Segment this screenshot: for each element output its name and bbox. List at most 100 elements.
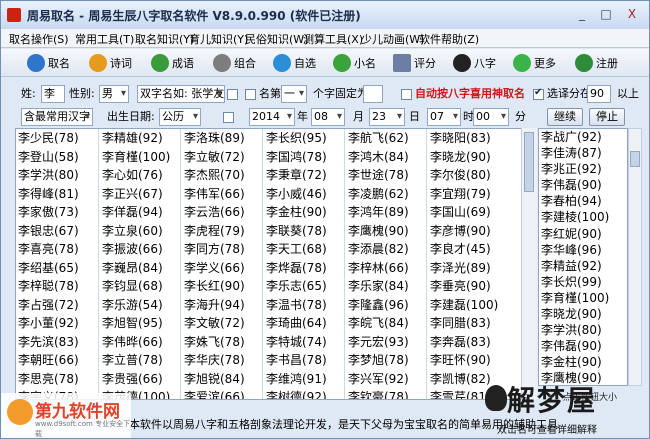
scrollbar-thumb[interactable]	[524, 132, 534, 192]
name-cell[interactable]: 李晓龙(90)	[428, 148, 510, 167]
name-cell[interactable]: 李文敏(72)	[182, 314, 264, 333]
name-cell[interactable]: 李贵强(66)	[100, 370, 182, 389]
menu-folk-knowledge[interactable]: 民俗知识(W)	[245, 31, 308, 47]
name-cell[interactable]: 李正兴(67)	[100, 185, 182, 204]
name-cell[interactable]: 李振波(66)	[100, 240, 182, 259]
favorite-name-item[interactable]: 李春柏(94)	[539, 193, 627, 209]
fixed-char-input[interactable]	[363, 85, 383, 103]
name-cell[interactable]: 李天工(68)	[264, 240, 346, 259]
name-cell[interactable]: 李金柱(90)	[264, 203, 346, 222]
favorite-name-item[interactable]: 李精益(92)	[539, 258, 627, 274]
name-cell[interactable]: 李秉章(72)	[264, 166, 346, 185]
name-cell[interactable]: 李小威(46)	[264, 185, 346, 204]
name-cell[interactable]: 李佯磊(94)	[100, 203, 182, 222]
name-cell[interactable]: 李温书(78)	[264, 296, 346, 315]
favorites-scrollbar[interactable]	[628, 128, 642, 386]
auto-bazi-checkbox[interactable]	[401, 89, 412, 100]
name-cell[interactable]: 李虎程(79)	[182, 222, 264, 241]
name-cell[interactable]: 李凌鹏(62)	[346, 185, 428, 204]
name-cell[interactable]: 李宜翔(79)	[428, 185, 510, 204]
favorite-name-item[interactable]: 李伟磊(90)	[539, 338, 627, 354]
menu-common-tools[interactable]: 常用工具(T)	[75, 31, 134, 47]
name-cell[interactable]: 李垂亮(90)	[428, 277, 510, 296]
favorite-name-item[interactable]: 李红妮(90)	[539, 226, 627, 242]
name-cell[interactable]: 李鸿年(89)	[346, 203, 428, 222]
name-cell[interactable]: 李尔俊(80)	[428, 166, 510, 185]
name-cell[interactable]: 李伟军(66)	[182, 185, 264, 204]
birth-month-select[interactable]: 08	[311, 108, 345, 126]
birth-enable-checkbox[interactable]	[223, 112, 234, 123]
scrollbar-thumb[interactable]	[630, 151, 640, 167]
name-cell[interactable]: 李建磊(100)	[428, 296, 510, 315]
favorite-name-item[interactable]: 李兆正(92)	[539, 161, 627, 177]
toolbar-custom-button[interactable]: 自选	[273, 52, 316, 74]
favorite-name-item[interactable]: 李华峰(96)	[539, 242, 627, 258]
name-position-select[interactable]: 一	[281, 85, 307, 103]
maximize-button[interactable]: □	[595, 5, 617, 23]
name-cell[interactable]: 李乐家(84)	[346, 277, 428, 296]
toolbar-combine-button[interactable]: 组合	[213, 52, 256, 74]
favorite-name-item[interactable]: 李长炽(99)	[539, 274, 627, 290]
name-cell[interactable]: 李航飞(62)	[346, 129, 428, 148]
name-cell[interactable]: 李巍昂(84)	[100, 259, 182, 278]
toolbar-name-button[interactable]: 取名	[27, 52, 70, 74]
name-cell[interactable]: 李伟晔(66)	[100, 333, 182, 352]
name-cell[interactable]: 李泽光(89)	[428, 259, 510, 278]
name-cell[interactable]: 李国鸿(78)	[264, 148, 346, 167]
score-filter-checkbox[interactable]	[533, 87, 544, 100]
calendar-select[interactable]: 公历	[159, 108, 201, 126]
name-cell[interactable]: 李添晨(82)	[346, 240, 428, 259]
charset-select[interactable]: 含最常用汉字	[21, 108, 93, 126]
stop-button[interactable]: 停止	[589, 108, 625, 126]
score-threshold-input[interactable]: 90	[587, 85, 611, 103]
name-cell[interactable]: 李小董(92)	[16, 314, 98, 333]
favorite-name-item[interactable]: 李建棱(100)	[539, 209, 627, 225]
menu-kids-animation[interactable]: 少儿动画(W)	[361, 31, 424, 47]
favorite-name-item[interactable]: 李金柱(90)	[539, 354, 627, 370]
surname-input[interactable]: 李	[41, 85, 65, 103]
name-cell[interactable]: 李家傲(73)	[16, 203, 98, 222]
name-cell[interactable]: 李爱滨(66)	[182, 388, 264, 399]
name-cell[interactable]: 李洛珠(89)	[182, 129, 264, 148]
name-cell[interactable]: 李乐游(54)	[100, 296, 182, 315]
name-cell[interactable]: 李华庆(78)	[182, 351, 264, 370]
name-cell[interactable]: 李隆鑫(96)	[346, 296, 428, 315]
name-cell[interactable]: 李先滨(83)	[16, 333, 98, 352]
menu-naming-knowledge[interactable]: 取名知识(Y)	[135, 31, 194, 47]
name-cell[interactable]: 李旭锐(84)	[182, 370, 264, 389]
name-cell[interactable]: 李梦旭(78)	[346, 351, 428, 370]
name-cell[interactable]: 李琦曲(64)	[264, 314, 346, 333]
name-cell[interactable]: 李钧显(68)	[100, 277, 182, 296]
name-cell[interactable]: 李奔磊(83)	[428, 333, 510, 352]
name-cell[interactable]: 李朝旺(66)	[16, 351, 98, 370]
name-cell[interactable]: 李姝飞(78)	[182, 333, 264, 352]
name-cell[interactable]: 李喜亮(78)	[16, 240, 98, 259]
birth-minute-select[interactable]: 00	[473, 108, 509, 126]
name-cell[interactable]: 李占强(72)	[16, 296, 98, 315]
name-cell[interactable]: 李良才(45)	[428, 240, 510, 259]
name-cell[interactable]: 李国山(69)	[428, 203, 510, 222]
name-cell[interactable]: 李旺怀(90)	[428, 351, 510, 370]
favorite-name-item[interactable]: 李学洪(80)	[539, 322, 627, 338]
toolbar-nickname-button[interactable]: 小名	[333, 52, 376, 74]
menu-help[interactable]: 软件帮助(Z)	[419, 31, 479, 47]
favorite-name-item[interactable]: 李佳涛(87)	[539, 145, 627, 161]
name-cell[interactable]: 李银忠(67)	[16, 222, 98, 241]
double-name-input[interactable]: 双字名如: 张学友	[137, 85, 225, 103]
fixed-name-checkbox[interactable]	[227, 89, 238, 100]
name-cell[interactable]: 李杰熙(70)	[182, 166, 264, 185]
name-cell[interactable]: 李旭智(95)	[100, 314, 182, 333]
toolbar-bazi-button[interactable]: 八字	[453, 52, 496, 74]
birth-hour-select[interactable]: 07	[427, 108, 461, 126]
name-cell[interactable]: 李树德(92)	[264, 388, 346, 399]
toolbar-score-button[interactable]: 评分	[393, 52, 436, 74]
name-cell[interactable]: 李心如(76)	[100, 166, 182, 185]
name-cell[interactable]: 李维鸿(91)	[264, 370, 346, 389]
favorite-name-item[interactable]: 李伟磊(90)	[539, 177, 627, 193]
close-button[interactable]: X	[621, 5, 643, 23]
toolbar-register-button[interactable]: 注册	[575, 52, 618, 74]
toolbar-idiom-button[interactable]: 成语	[151, 52, 194, 74]
toolbar-more-button[interactable]: 更多	[513, 52, 556, 74]
favorite-name-item[interactable]: 李育槿(100)	[539, 290, 627, 306]
name-cell[interactable]: 李思亮(78)	[16, 370, 98, 389]
